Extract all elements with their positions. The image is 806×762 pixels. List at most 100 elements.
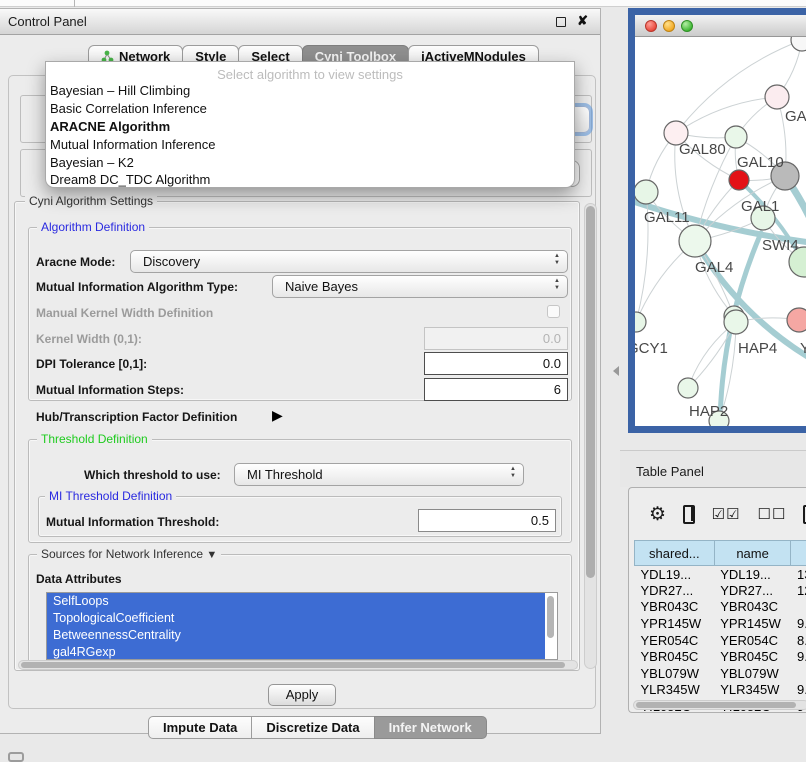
- table-row[interactable]: YBR045CYBR045C9.: [635, 648, 806, 665]
- table-cell: YBL079W: [714, 665, 791, 682]
- hub-expand-arrow-icon[interactable]: ▶: [272, 407, 283, 424]
- table-row[interactable]: YLR345WYLR345W9.: [635, 682, 806, 699]
- float-window-icon[interactable]: [556, 17, 566, 27]
- network-canvas[interactable]: GALGAL80GAL10GAL1SWI4GAL11GAL4YGCY1HAP4H…: [635, 37, 806, 426]
- minimize-traffic-light-icon[interactable]: [663, 20, 675, 32]
- mi-threshold-field[interactable]: [418, 509, 556, 532]
- table-cell: YBR045C: [635, 648, 715, 665]
- table-cell: 13: [791, 566, 806, 583]
- close-window-icon[interactable]: ✘: [577, 13, 588, 29]
- table-panel-title: Table Panel: [636, 464, 704, 479]
- combo-arrows-icon: ▲▼: [510, 466, 516, 479]
- table-row[interactable]: YBR043CYBR043C: [635, 599, 806, 616]
- settings-vertical-scrollbar[interactable]: [584, 203, 597, 669]
- network-node[interactable]: [787, 308, 806, 332]
- algorithm-dropdown-popup: Select algorithm to view settings Bayesi…: [45, 61, 575, 188]
- data-attribute-item[interactable]: SelfLoops: [47, 593, 545, 610]
- data-attribute-item[interactable]: BetweennessCentrality: [47, 627, 545, 644]
- mi-steps-field[interactable]: [424, 378, 568, 401]
- table-row[interactable]: YBL079WYBL079W: [635, 665, 806, 682]
- bottom-tab-bar: Impute DataDiscretize DataInfer Network: [148, 716, 486, 739]
- toolbar-divider: [74, 0, 75, 7]
- algorithm-option[interactable]: Mutual Information Inference: [46, 135, 574, 153]
- table-cell: YBL079W: [635, 665, 715, 682]
- network-node-label: GAL10: [737, 154, 784, 171]
- network-graph: GALGAL80GAL10GAL1SWI4GAL11GAL4YGCY1HAP4H…: [635, 37, 806, 426]
- table-cell: 9.: [791, 648, 806, 665]
- data-attribute-item[interactable]: TopologicalCoefficient: [47, 610, 545, 627]
- mi-type-label: Mutual Information Algorithm Type:: [36, 280, 238, 294]
- app-toolbar-strip: [0, 0, 806, 7]
- combo-arrows-icon: ▲▼: [554, 278, 560, 291]
- network-node-label: SWI4: [762, 237, 799, 254]
- data-attributes-label: Data Attributes: [36, 572, 122, 586]
- network-node[interactable]: [791, 37, 806, 51]
- floating-window-icon[interactable]: [8, 752, 24, 762]
- settings-hscrollbar-thumb[interactable]: [21, 662, 565, 668]
- control-panel-titlebar: Control Panel ✘: [0, 9, 600, 35]
- close-traffic-light-icon[interactable]: [645, 20, 657, 32]
- algorithm-option[interactable]: ARACNE Algorithm: [46, 118, 574, 136]
- apply-button[interactable]: Apply: [268, 684, 336, 706]
- network-node[interactable]: [729, 170, 749, 190]
- network-node-label: Y: [800, 340, 806, 357]
- network-node-label: GAL80: [679, 141, 726, 158]
- network-node[interactable]: [635, 180, 658, 204]
- network-node[interactable]: [765, 85, 789, 109]
- column-header[interactable]: name: [714, 541, 791, 566]
- table-row[interactable]: YDR27...YDR27...12: [635, 582, 806, 599]
- kernel-width-field[interactable]: [424, 327, 568, 350]
- attributes-scrollbar[interactable]: [546, 595, 555, 657]
- network-node[interactable]: [635, 312, 646, 332]
- table-settings-gear-icon[interactable]: ⚙: [649, 505, 666, 524]
- mi-threshold-group-title: MI Threshold Definition: [45, 489, 176, 503]
- data-attribute-item[interactable]: gal4RGexp: [47, 644, 545, 660]
- network-node[interactable]: [678, 378, 698, 398]
- aracne-mode-value: Discovery: [143, 254, 200, 269]
- table-row[interactable]: YER054CYER054C8.: [635, 632, 806, 649]
- table-cell: 8.: [791, 632, 806, 649]
- sources-collapse-arrow-icon[interactable]: ▼: [206, 549, 217, 561]
- tab-discretize-data[interactable]: Discretize Data: [251, 716, 374, 739]
- network-node-label: HAP2: [689, 403, 728, 420]
- splitpane-resize-icon[interactable]: [613, 366, 619, 376]
- network-window-titlebar: [635, 15, 806, 37]
- network-node-label: GAL11: [644, 209, 690, 226]
- select-all-icon[interactable]: ☑☑: [712, 505, 741, 523]
- dpi-tolerance-field[interactable]: [424, 352, 568, 375]
- sources-group-title: Sources for Network Inference ▼: [37, 547, 221, 561]
- table-horizontal-scrollbar[interactable]: [633, 700, 806, 710]
- table-row[interactable]: YPR145WYPR145W9.: [635, 615, 806, 632]
- which-threshold-value: MI Threshold: [247, 467, 323, 482]
- table-cell: [791, 599, 806, 616]
- settings-scrollbar-thumb[interactable]: [586, 206, 595, 578]
- algorithm-option[interactable]: Bayesian – Hill Climbing: [46, 82, 574, 100]
- table-panel: ⚙ ☑☑ ☐☐ shared...nameA YDL19...YDL19...1…: [628, 487, 806, 713]
- tab-infer-network[interactable]: Infer Network: [374, 716, 487, 739]
- network-node[interactable]: [724, 310, 748, 334]
- column-layout-icon[interactable]: [683, 505, 695, 524]
- column-header[interactable]: shared...: [635, 541, 715, 566]
- manual-kernel-checkbox[interactable]: [547, 305, 560, 318]
- control-panel-title: Control Panel: [8, 14, 87, 29]
- mi-type-combo[interactable]: Naive Bayes ▲▼: [272, 275, 568, 298]
- table-cell: YLR345W: [635, 682, 715, 699]
- settings-group-title: Cyni Algorithm Settings: [25, 194, 157, 208]
- table-row[interactable]: YDL19...YDL19...13: [635, 566, 806, 583]
- table-cell: 9.: [791, 682, 806, 699]
- manual-kernel-label: Manual Kernel Width Definition: [36, 306, 213, 320]
- algorithm-option[interactable]: Bayesian – K2: [46, 153, 574, 171]
- which-threshold-combo[interactable]: MI Threshold ▲▼: [234, 463, 524, 486]
- network-node[interactable]: [679, 225, 711, 257]
- tab-impute-data[interactable]: Impute Data: [148, 716, 252, 739]
- deselect-all-icon[interactable]: ☐☐: [758, 505, 787, 523]
- zoom-traffic-light-icon[interactable]: [681, 20, 693, 32]
- table-cell: YPR145W: [635, 615, 715, 632]
- algorithm-option[interactable]: Dream8 DC_TDC Algorithm: [46, 171, 574, 189]
- column-header[interactable]: A: [791, 541, 806, 566]
- aracne-mode-combo[interactable]: Discovery ▲▼: [130, 250, 568, 273]
- settings-horizontal-scrollbar[interactable]: [18, 660, 578, 670]
- table-hscrollbar-thumb[interactable]: [636, 702, 796, 708]
- algorithm-option[interactable]: Basic Correlation Inference: [46, 100, 574, 118]
- network-node[interactable]: [725, 126, 747, 148]
